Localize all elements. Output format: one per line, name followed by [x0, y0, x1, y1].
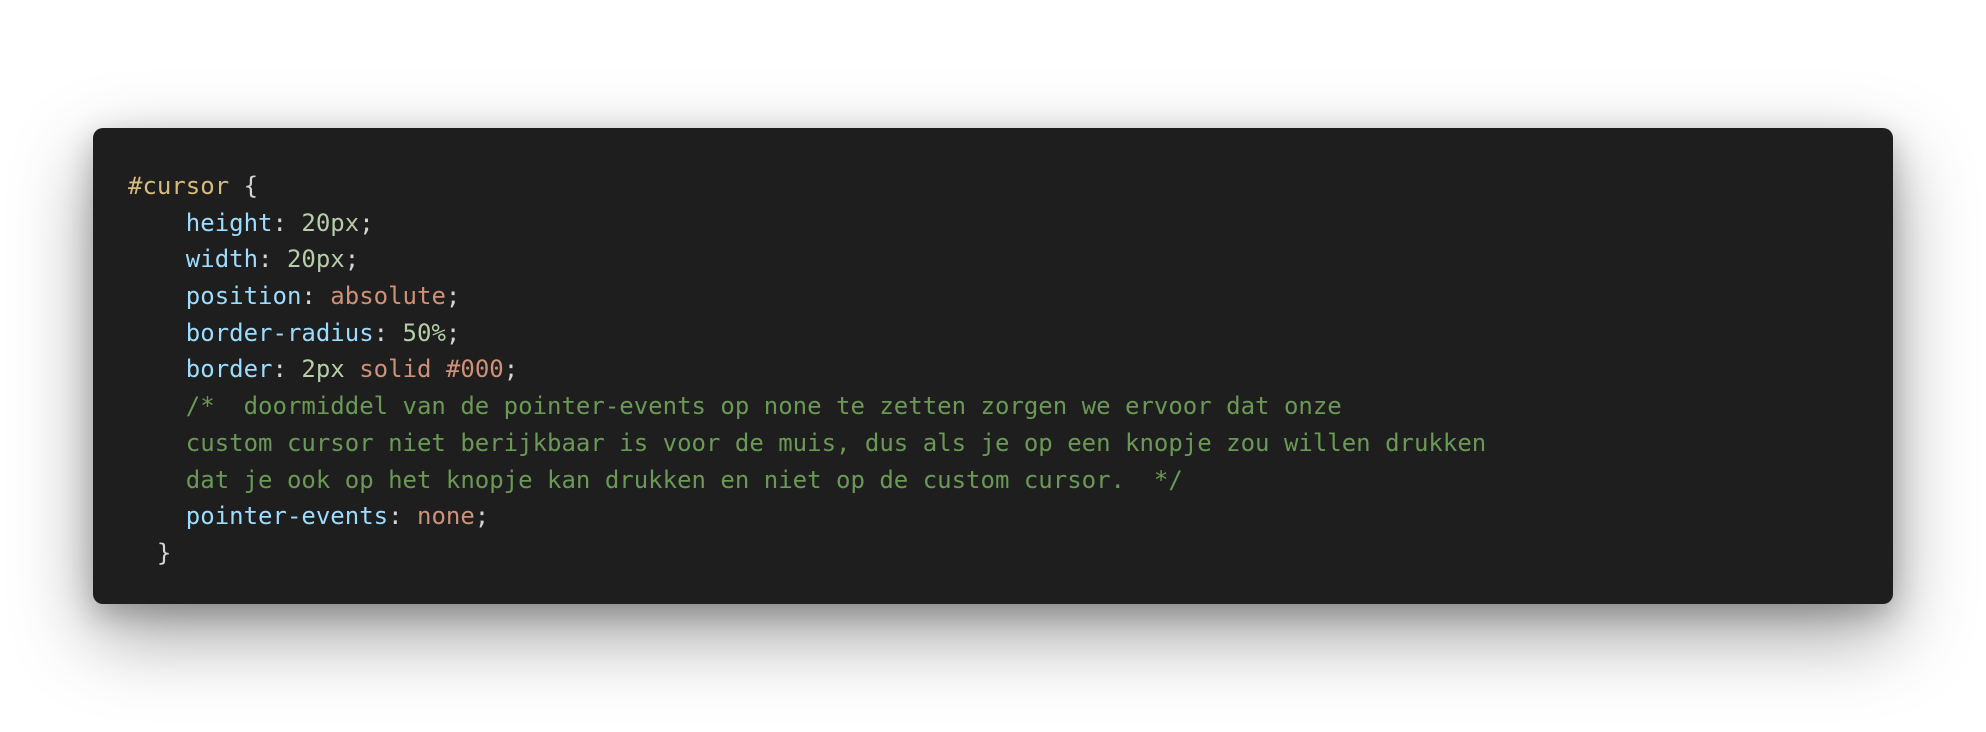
css-value: 20px	[286, 245, 345, 274]
code-line-comment: custom cursor niet berijkbaar is voor de…	[128, 425, 1893, 462]
code-line-declaration: position: absolute;	[128, 278, 1893, 315]
css-property: pointer-events	[185, 502, 389, 531]
code-line-selector: #cursor {	[128, 168, 1893, 205]
semicolon: ;	[474, 502, 490, 531]
semicolon: ;	[359, 208, 374, 237]
css-value: 2px	[301, 355, 345, 384]
colon: :	[258, 245, 287, 274]
colon: :	[373, 318, 403, 347]
css-code: #cursor { height: 20px; width: 20px; pos…	[128, 168, 1893, 572]
css-value: solid	[359, 355, 432, 384]
code-line-close: }	[128, 535, 1893, 572]
css-value: 50%	[402, 318, 446, 347]
css-comment: dat je ook op het knopje kan drukken en …	[128, 465, 1183, 494]
css-value	[431, 355, 445, 383]
code-line-declaration: width: 20px;	[128, 241, 1893, 278]
code-line-declaration: border-radius: 50%;	[128, 315, 1893, 352]
css-value	[345, 355, 359, 383]
colon: :	[272, 355, 302, 384]
close-brace: }	[128, 538, 172, 567]
css-property: width	[185, 245, 259, 274]
css-value: 20px	[301, 208, 360, 237]
colon: :	[272, 208, 302, 237]
code-line-declaration: border: 2px solid #000;	[128, 351, 1893, 388]
code-line-declaration: height: 20px;	[128, 205, 1893, 242]
css-comment: custom cursor niet berijkbaar is voor de…	[128, 428, 1487, 457]
semicolon: ;	[445, 318, 461, 347]
code-line-comment: /* doormiddel van de pointer-events op n…	[128, 388, 1893, 425]
semicolon: ;	[445, 282, 461, 311]
css-property: border	[185, 355, 273, 384]
semicolon: ;	[503, 355, 519, 384]
colon: :	[388, 502, 417, 531]
css-value: none	[417, 502, 475, 531]
colon: :	[301, 282, 331, 311]
css-property: border-radius	[185, 318, 374, 347]
code-line-declaration: pointer-events: none;	[128, 498, 1893, 535]
css-property: height	[185, 208, 273, 237]
css-comment: /* doormiddel van de pointer-events op n…	[128, 392, 1342, 421]
css-value: #000	[445, 355, 504, 384]
open-brace: {	[229, 172, 259, 200]
css-value: absolute	[330, 282, 446, 311]
code-line-comment: dat je ook op het knopje kan drukken en …	[128, 462, 1893, 499]
css-property: position	[185, 282, 302, 311]
page-background: #cursor { height: 20px; width: 20px; pos…	[0, 0, 1986, 732]
semicolon: ;	[344, 245, 360, 274]
css-selector: #cursor	[128, 172, 230, 200]
code-block: #cursor { height: 20px; width: 20px; pos…	[93, 128, 1893, 604]
